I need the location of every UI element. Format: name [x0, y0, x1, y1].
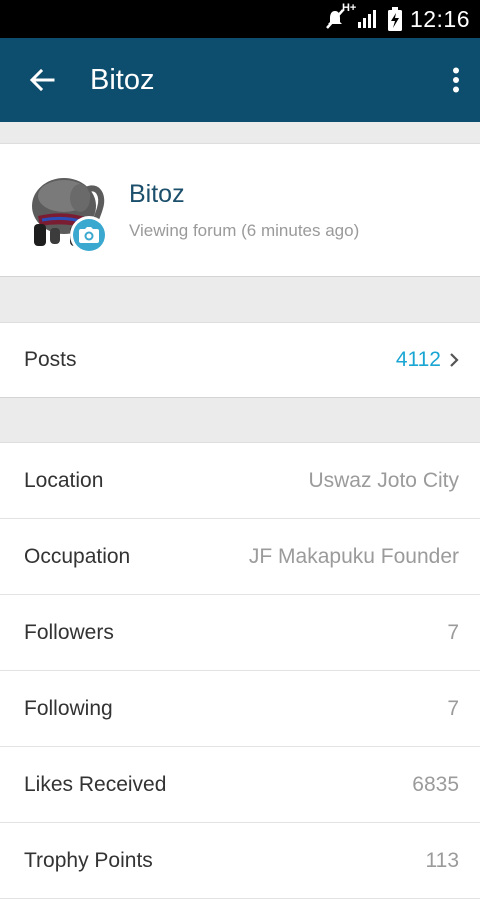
detail-value: 6835	[412, 772, 459, 796]
detail-label: Occupation	[24, 544, 131, 568]
page-title: Bitoz	[90, 63, 155, 96]
detail-label: Followers	[24, 620, 114, 644]
detail-row-occupation: Occupation JF Makapuku Founder	[0, 519, 480, 595]
profile-name: Bitoz	[129, 180, 185, 208]
camera-icon	[79, 227, 99, 243]
status-bar: H+ 12:16	[0, 0, 480, 38]
detail-value: 7	[447, 620, 459, 644]
network-type-label: H+	[341, 2, 357, 14]
detail-value: 113	[425, 848, 459, 872]
detail-value: 7	[447, 696, 459, 720]
avatar[interactable]	[24, 168, 110, 254]
posts-row[interactable]: Posts 4112	[0, 322, 480, 398]
clock: 12:16	[409, 5, 470, 32]
detail-row-likes-received: Likes Received 6835	[0, 747, 480, 823]
detail-row-trophy-points: Trophy Points 113	[0, 823, 480, 899]
profile-details-list: Location Uswaz Joto City Occupation JF M…	[0, 442, 480, 899]
profile-card: Bitoz Viewing forum (6 minutes ago)	[0, 143, 480, 277]
posts-label: Posts	[24, 348, 77, 371]
detail-row-location: Location Uswaz Joto City	[0, 443, 480, 519]
profile-status: Viewing forum (6 minutes ago)	[129, 221, 360, 240]
posts-count: 4112	[396, 348, 459, 372]
detail-label: Trophy Points	[24, 848, 153, 872]
battery-charging-icon	[387, 7, 402, 31]
posts-count-value: 4112	[395, 348, 441, 371]
change-photo-button[interactable]	[70, 216, 108, 254]
back-button[interactable]	[0, 38, 84, 122]
detail-row-followers[interactable]: Followers 7	[0, 595, 480, 671]
signal-icon: H+	[342, 2, 378, 30]
detail-label: Likes Received	[24, 772, 167, 796]
app-bar: Bitoz	[0, 38, 480, 122]
detail-value: JF Makapuku Founder	[248, 544, 459, 568]
detail-value: Uswaz Joto City	[308, 468, 459, 492]
more-vert-icon	[453, 67, 459, 93]
detail-label: Location	[24, 468, 104, 492]
chevron-right-icon	[449, 352, 459, 368]
overflow-menu-button[interactable]	[432, 38, 480, 122]
detail-label: Following	[24, 696, 113, 720]
detail-row-following[interactable]: Following 7	[0, 671, 480, 747]
arrow-back-icon	[29, 68, 55, 92]
